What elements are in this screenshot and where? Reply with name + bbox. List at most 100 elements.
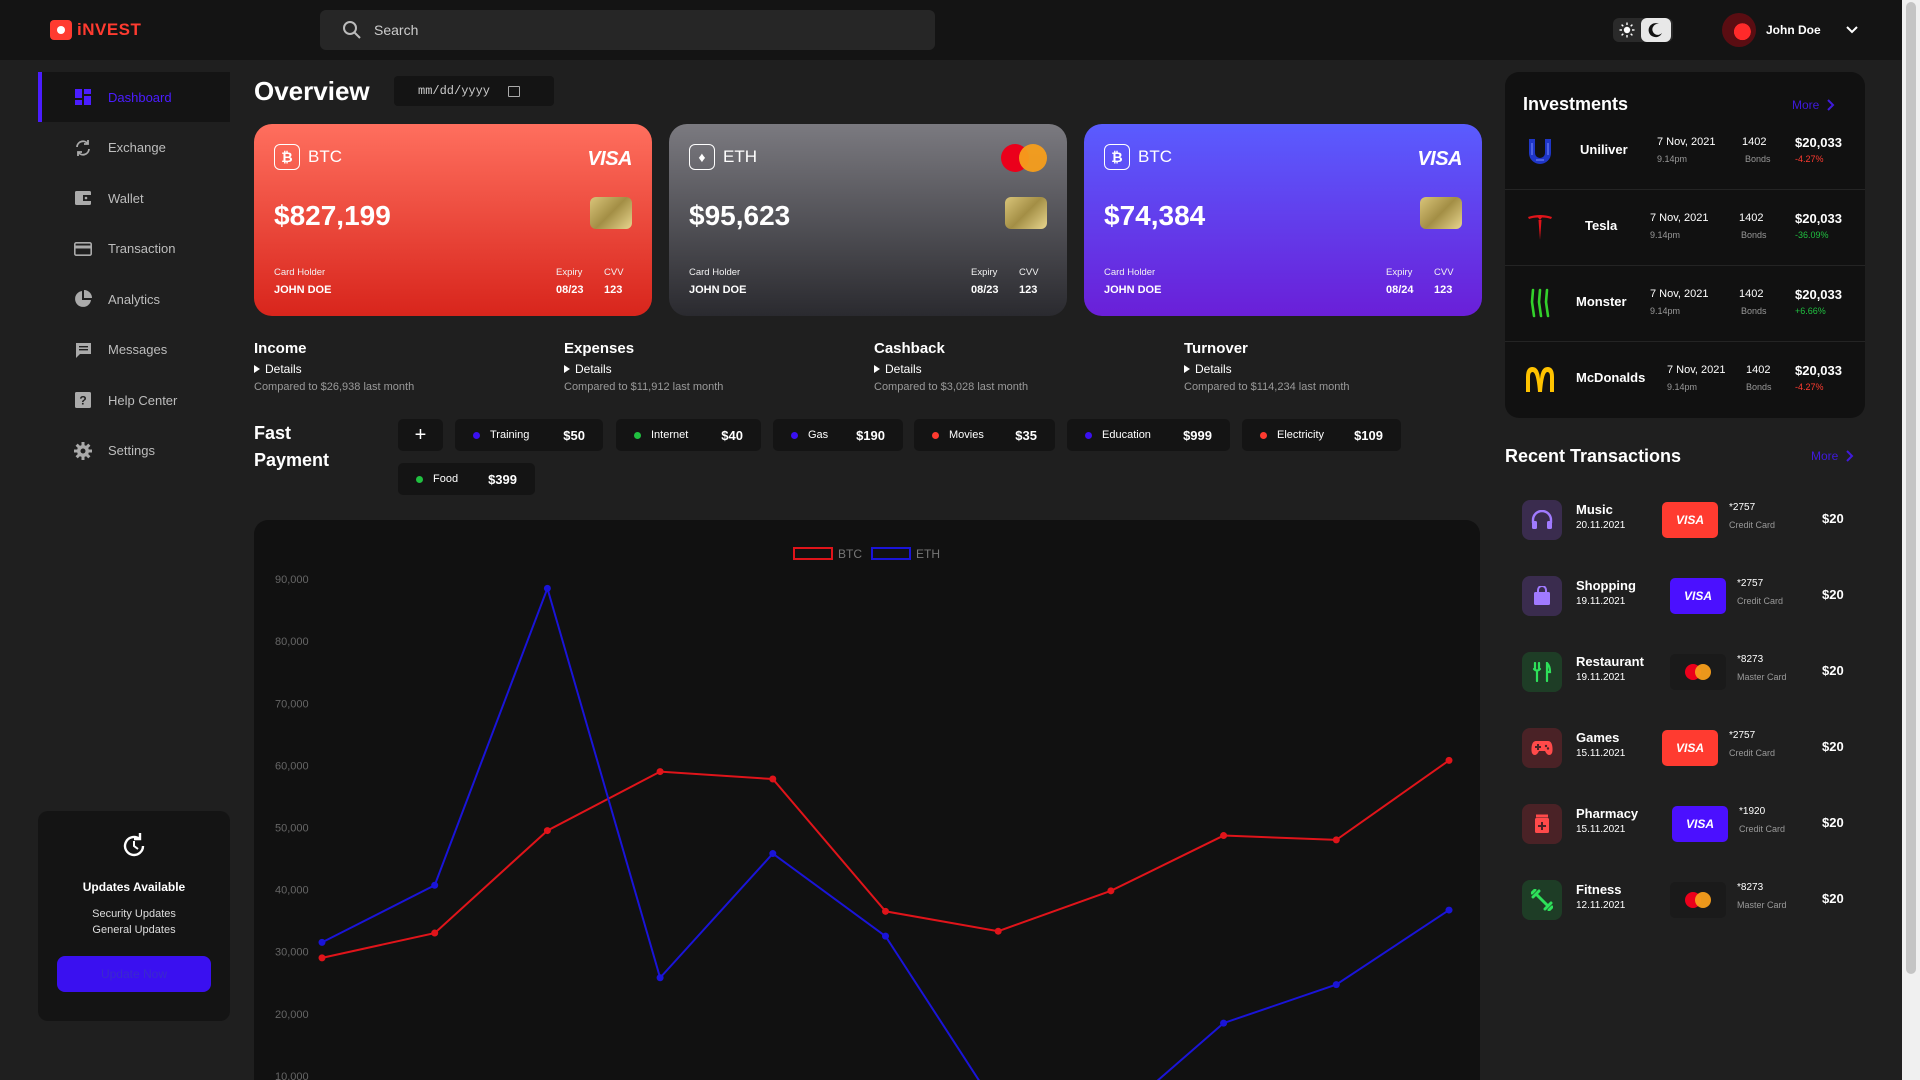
- payment-chip-training[interactable]: Training $50: [455, 419, 603, 451]
- details-link[interactable]: Details: [564, 362, 864, 376]
- data-point[interactable]: [1445, 756, 1453, 764]
- transaction-row[interactable]: Fitness 12.11.2021 *8273 Master Card $20: [1522, 872, 1862, 932]
- investment-row[interactable]: Uniliver 7 Nov, 2021 9.14pm 1402 Bonds $…: [1505, 114, 1865, 190]
- sidebar-item-label: Transaction: [108, 241, 176, 256]
- data-point[interactable]: [656, 768, 664, 776]
- transaction-row[interactable]: Pharmacy 15.11.2021 VISA *1920 Credit Ca…: [1522, 796, 1862, 856]
- data-point[interactable]: [1220, 832, 1228, 840]
- payment-chip-gas[interactable]: Gas $190: [773, 419, 903, 451]
- credit-card[interactable]: ♦ ETH $95,623 Card Holder JOHN DOE Expiry 0…: [669, 124, 1067, 316]
- stat-title: Income: [254, 340, 307, 357]
- investments-more-link[interactable]: More: [1792, 98, 1835, 112]
- payment-amount: $999: [1183, 427, 1212, 443]
- transactions-more-link[interactable]: More: [1811, 449, 1854, 463]
- credit-card[interactable]: ₿ BTC VISA $74,384 Card Holder JOHN DOE Ex…: [1084, 124, 1482, 316]
- search-icon: [343, 21, 361, 39]
- details-link[interactable]: Details: [874, 362, 1174, 376]
- stat-title: Cashback: [874, 340, 945, 357]
- coin-name: ETH: [723, 147, 757, 166]
- theme-toggle[interactable]: [1613, 18, 1673, 42]
- transaction-date: 19.11.2021: [1576, 596, 1626, 607]
- payment-chip-food[interactable]: Food $399: [398, 463, 535, 495]
- cvv-label: CVV: [604, 267, 624, 278]
- expiry-label: Expiry: [556, 267, 583, 278]
- legend-label[interactable]: ETH: [916, 547, 940, 561]
- y-tick-label: 70,000: [275, 698, 309, 710]
- payment-label: Movies: [949, 429, 984, 441]
- user-menu[interactable]: John Doe: [1722, 13, 1859, 47]
- investment-change: -36.09%: [1795, 230, 1829, 240]
- data-point[interactable]: [769, 850, 777, 858]
- data-point[interactable]: [543, 827, 551, 835]
- data-point[interactable]: [882, 907, 889, 915]
- sidebar-item-transaction[interactable]: Transaction: [38, 224, 230, 274]
- holder-label: Card Holder: [1104, 267, 1156, 278]
- data-point[interactable]: [1107, 887, 1115, 895]
- sidebar-item-exchange[interactable]: Exchange: [38, 123, 230, 173]
- data-point[interactable]: [543, 584, 551, 592]
- status-dot: [1085, 431, 1092, 439]
- data-point[interactable]: [431, 881, 439, 889]
- coin-name: BTC: [1138, 147, 1172, 166]
- transaction-row[interactable]: Restaurant 19.11.2021 *8273 Master Card …: [1522, 644, 1862, 704]
- investment-row[interactable]: Monster 7 Nov, 2021 9.14pm 1402 Bonds $2…: [1505, 266, 1865, 342]
- payment-amount: $190: [856, 427, 885, 443]
- data-point[interactable]: [1445, 906, 1453, 914]
- scrollbar-thumb[interactable]: [1906, 2, 1916, 974]
- sidebar-item-settings[interactable]: Settings: [38, 426, 230, 476]
- legend-swatch[interactable]: [793, 547, 833, 560]
- add-payment-button[interactable]: +: [398, 419, 443, 451]
- sidebar-item-messages[interactable]: Messages: [38, 325, 230, 375]
- payment-chip-education[interactable]: Education $999: [1067, 419, 1230, 451]
- data-point[interactable]: [1332, 981, 1340, 989]
- card-type: Master Card: [1737, 672, 1787, 682]
- sidebar-item-analytics[interactable]: Analytics: [38, 274, 230, 324]
- chevron-down-icon[interactable]: [1845, 23, 1859, 37]
- calendar-icon[interactable]: [508, 85, 521, 97]
- data-point[interactable]: [769, 775, 777, 783]
- search-bar[interactable]: [320, 10, 935, 50]
- app-logo[interactable]: iNVEST: [50, 20, 141, 40]
- data-point[interactable]: [1220, 1019, 1228, 1027]
- sidebar-item-dashboard[interactable]: Dashboard: [38, 72, 230, 122]
- status-dot: [791, 431, 798, 439]
- details-link[interactable]: Details: [1184, 362, 1484, 376]
- details-link[interactable]: Details: [254, 362, 554, 376]
- data-point[interactable]: [431, 929, 439, 937]
- investment-kind: Bonds: [1741, 306, 1767, 316]
- sidebar-item-help-center[interactable]: ? Help Center: [38, 375, 230, 425]
- data-point[interactable]: [656, 974, 664, 982]
- payment-amount: $35: [1015, 427, 1037, 443]
- pharmacy-icon: [1522, 804, 1562, 844]
- legend-label[interactable]: BTC: [838, 547, 862, 561]
- transaction-row[interactable]: Shopping 19.11.2021 VISA *2757 Credit Ca…: [1522, 568, 1862, 628]
- y-tick-label: 60,000: [275, 760, 309, 772]
- update-line: General Updates: [92, 924, 176, 936]
- fast-payment-title-line: Payment: [254, 450, 330, 470]
- credit-card[interactable]: ₿ BTC VISA $827,199 Card Holder JOHN DOE E…: [254, 124, 652, 316]
- date-picker[interactable]: mm/dd/yyyy: [394, 76, 554, 106]
- date-placeholder: mm/dd/yyyy: [418, 84, 491, 98]
- data-point[interactable]: [994, 927, 1002, 935]
- data-point[interactable]: [1332, 836, 1340, 844]
- payment-chip-internet[interactable]: Internet $40: [616, 419, 761, 451]
- transaction-row[interactable]: Games 15.11.2021 VISA *2757 Credit Card …: [1522, 720, 1862, 780]
- legend-swatch[interactable]: [871, 547, 911, 560]
- page-scrollbar[interactable]: [1902, 0, 1920, 1080]
- data-point[interactable]: [318, 938, 326, 946]
- investment-row[interactable]: Tesla 7 Nov, 2021 9.14pm 1402 Bonds $20,…: [1505, 190, 1865, 266]
- data-point[interactable]: [882, 932, 889, 940]
- payment-chip-movies[interactable]: Movies $35: [914, 419, 1055, 451]
- sun-icon[interactable]: [1613, 18, 1641, 42]
- sidebar-item-wallet[interactable]: Wallet: [38, 173, 230, 223]
- search-input[interactable]: [374, 22, 874, 38]
- update-now-button[interactable]: Update Now: [57, 956, 211, 992]
- transaction-amount: $20: [1822, 815, 1844, 830]
- stat-expenses: Expenses Details Compared to $11,912 las…: [564, 340, 864, 393]
- payment-chip-electricity[interactable]: Electricity $109: [1242, 419, 1401, 451]
- moon-icon[interactable]: [1641, 18, 1671, 42]
- data-point[interactable]: [318, 954, 326, 962]
- avatar[interactable]: [1722, 13, 1756, 47]
- investment-row[interactable]: McDonalds 7 Nov, 2021 9.14pm 1402 Bonds …: [1505, 342, 1865, 418]
- transaction-row[interactable]: Music 20.11.2021 VISA *2757 Credit Card …: [1522, 492, 1862, 552]
